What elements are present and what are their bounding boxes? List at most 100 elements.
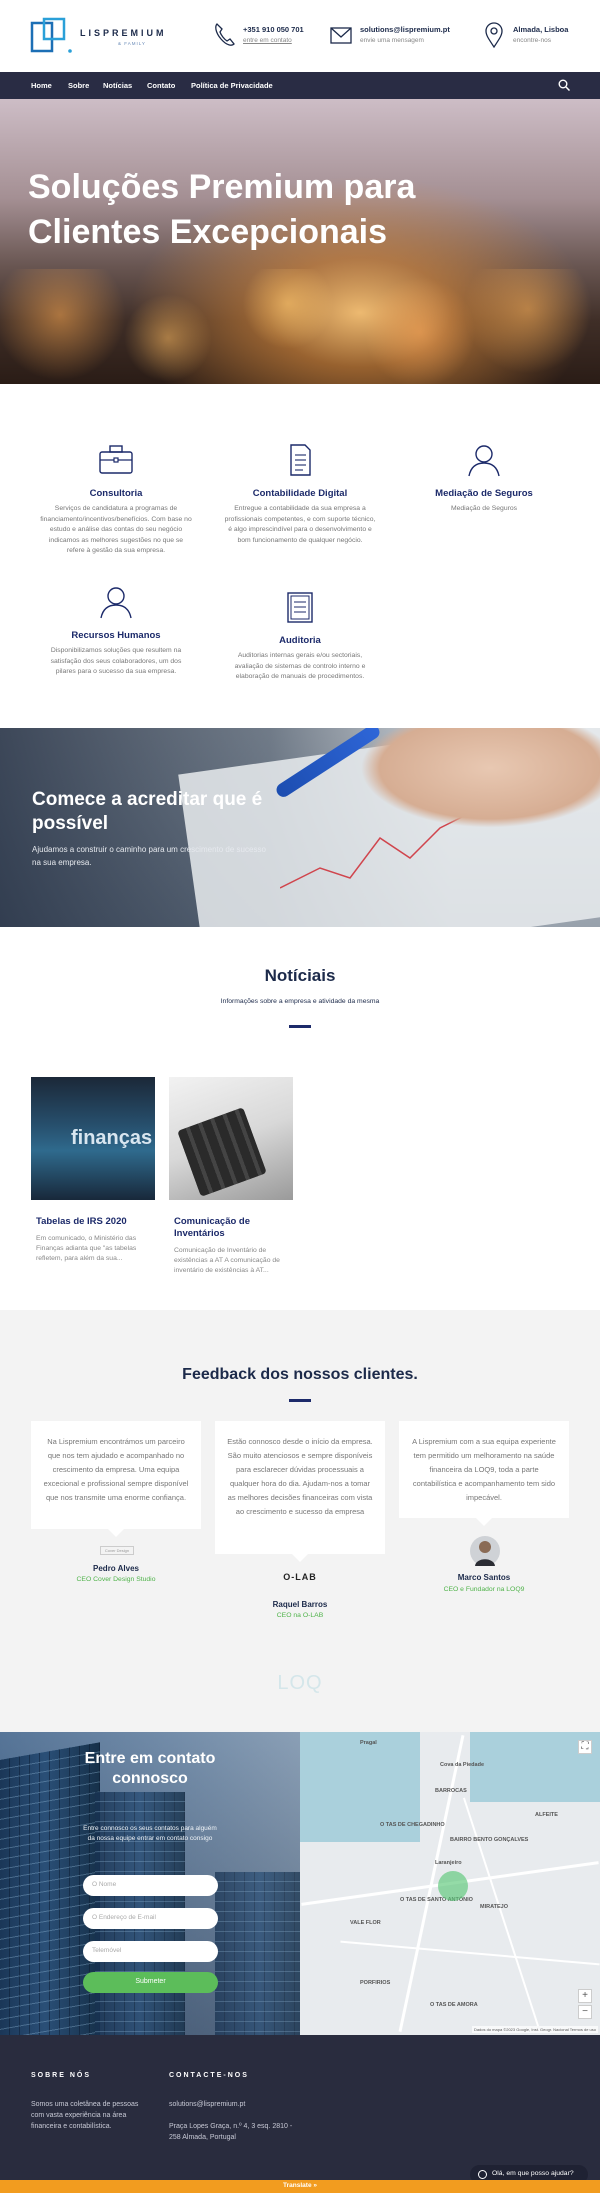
map-label: MIRATEJO [480,1904,509,1910]
map-pin-icon [485,22,503,48]
footer-contact-heading: CONTACTE-NOS [169,2072,249,2079]
chat-icon [478,2170,487,2179]
cta-banner: Comece a acreditar que é possível Ajudam… [0,728,600,927]
service-desc: Auditorias internas gerais e/ou sectoria… [234,652,366,680]
logo-subtext: & FAMILY [118,41,146,46]
zoom-in-button[interactable]: + [578,1989,592,2003]
news-subtitle: Informações sobre a empresa e atividade … [220,998,380,1005]
phone-number[interactable]: +351 910 050 701 [243,25,304,34]
testimonial-role: CEO na O-LAB [276,1612,324,1619]
news-card-desc: Comunicação de Inventário de existências… [174,1247,280,1274]
location-city: Almada, Lisboa [513,25,569,34]
map-label: O TAS DE CHEGADINHO [380,1822,445,1828]
calculator-image [177,1107,267,1197]
briefcase-icon [99,445,133,474]
map-embed[interactable]: Pragal Cova da Piedade BARROCAS ALFEITE … [300,1732,600,2035]
title-divider [289,1399,311,1402]
submit-button[interactable]: Submeter [83,1972,218,1993]
nav-item-sobre[interactable]: Sobre [68,81,89,90]
main-nav: Home Sobre Notícias Contato Política de … [0,72,600,99]
news-image[interactable] [169,1077,293,1200]
map-road [462,1797,540,2027]
zoom-out-button[interactable]: − [578,2005,592,2019]
nav-item-home[interactable]: Home [31,81,52,90]
map-label: O TAS DE AMORA [430,2002,478,2008]
news-card[interactable]: finanças Tabelas de IRS 2020 Em comunica… [31,1077,155,1264]
header-email[interactable]: solutions@lispremium.pt envie uma mensag… [330,22,460,52]
map-label: BARROCAS [435,1788,467,1794]
search-icon[interactable] [558,79,570,91]
map-label: Pragal [360,1740,377,1746]
news-card-title[interactable]: Comunicação de Inventários [169,1216,293,1240]
contact-section: Entre em contato connosco Entre connosco… [0,1732,300,2035]
service-title: Auditoria [279,635,321,646]
service-desc: Disponibilizamos soluções que resultem n… [50,647,182,675]
nav-item-noticias[interactable]: Notícias [103,81,132,90]
testimonial-card: Na Lispremium encontrámos um parceiro qu… [31,1421,201,1537]
translate-bar[interactable]: Translate » [0,2180,600,2193]
name-field[interactable]: O Nome [83,1875,218,1896]
document-icon [290,444,311,476]
hand-image [360,728,600,828]
phone-field[interactable]: Telemóvel [83,1941,218,1962]
header-location[interactable]: Almada, Lisboa encontre-nos [483,22,573,52]
phone-sub[interactable]: entre em contato [243,37,292,44]
map-label: Laranjeiro [435,1860,462,1866]
hero-title: Soluções Premium para Clientes Excepcion… [28,168,416,251]
map-location-marker[interactable] [438,1871,468,1901]
service-desc: Serviços de candidatura a programas de f… [40,505,192,554]
contact-title: Entre em contato connosco [84,1750,216,1787]
news-card[interactable]: Comunicação de Inventários Comunicação d… [169,1077,293,1276]
map-label: VALE FLOR [350,1920,381,1926]
testimonial-role: CEO Cover Design Studio [76,1576,156,1583]
testimonial-logo: O-LAB [283,1572,317,1582]
map-label: BAIRRO BENTO GONÇALVES [450,1837,529,1843]
service-contabilidade[interactable]: Contabilidade Digital Entregue a contabi… [224,443,376,546]
service-consultoria[interactable]: Consultoria Serviços de candidatura a pr… [40,443,192,557]
service-desc: Mediação de Seguros [450,505,518,512]
footer-email[interactable]: solutions@lispremium.pt [169,2099,319,2110]
testimonial-role: CEO e Fundador na LOQ9 [443,1586,525,1593]
service-recursos-humanos[interactable]: Recursos Humanos Disponibilizamos soluçõ… [40,585,192,678]
testimonial-logo: Cover Design [100,1546,134,1555]
nav-item-privacidade[interactable]: Política de Privacidade [191,81,273,90]
testimonial-name: Raquel Barros [272,1600,328,1609]
banner-title: Comece a acreditar que é possível [32,789,263,834]
news-card-desc: Em comunicado, o Ministério das Finanças… [36,1235,137,1262]
building-image [215,1872,300,2035]
header-phone[interactable]: +351 910 050 701 entre em contato [213,22,313,52]
footer-about-heading: SOBRE NÓS [31,2072,92,2079]
logo-text: LISPREMIUM [80,28,167,38]
location-sub: encontre-nos [513,37,551,44]
banner-text: Ajudamos a construir o caminho para um c… [32,845,266,867]
user-icon [468,445,500,477]
fullscreen-icon[interactable]: ⛶ [578,1740,592,1754]
news-title: Notíciais [264,966,336,985]
contact-lead: Entre connosco os seus contatos para alg… [83,1825,217,1842]
map-label: PORFIRIOS [360,1980,391,1986]
title-divider [289,1025,311,1028]
service-seguros[interactable]: Mediação de Seguros Mediação de Seguros [408,443,560,515]
news-image[interactable]: finanças [31,1077,155,1200]
testimonial-name: Pedro Alves [93,1564,139,1573]
email-address[interactable]: solutions@lispremium.pt [360,25,450,34]
mail-icon [330,27,352,44]
partner-logo: LOQ [277,1672,323,1694]
news-card-title[interactable]: Tabelas de IRS 2020 [31,1216,155,1228]
testimonial-text: Na Lispremium encontrámos um parceiro qu… [43,1437,189,1502]
footer-address: Praça Lopes Graça, n.º 4, 3 esq. 2810 - … [169,2123,293,2141]
nav-item-contato[interactable]: Contato [147,81,175,90]
avatar [470,1536,500,1566]
logo-icon[interactable] [30,17,72,55]
hero-section: Soluções Premium para Clientes Excepcion… [0,99,600,384]
email-field[interactable]: O Endereço de E-mail [83,1908,218,1929]
service-title: Mediação de Seguros [435,488,533,499]
testimonial-card: A Lispremium com a sua equipa experiente… [399,1421,569,1526]
testimonial-text: A Lispremium com a sua equipa experiente… [412,1437,556,1502]
service-auditoria[interactable]: Auditoria Auditorias internas gerais e/o… [224,590,376,683]
map-attribution[interactable]: Dados do mapa ©2023 Google, Inst. Geogr.… [471,2026,598,2033]
hero-city-image [0,269,600,384]
service-title: Recursos Humanos [71,630,161,641]
news-image-text: finanças [71,1127,153,1149]
map-road [340,1940,600,1966]
